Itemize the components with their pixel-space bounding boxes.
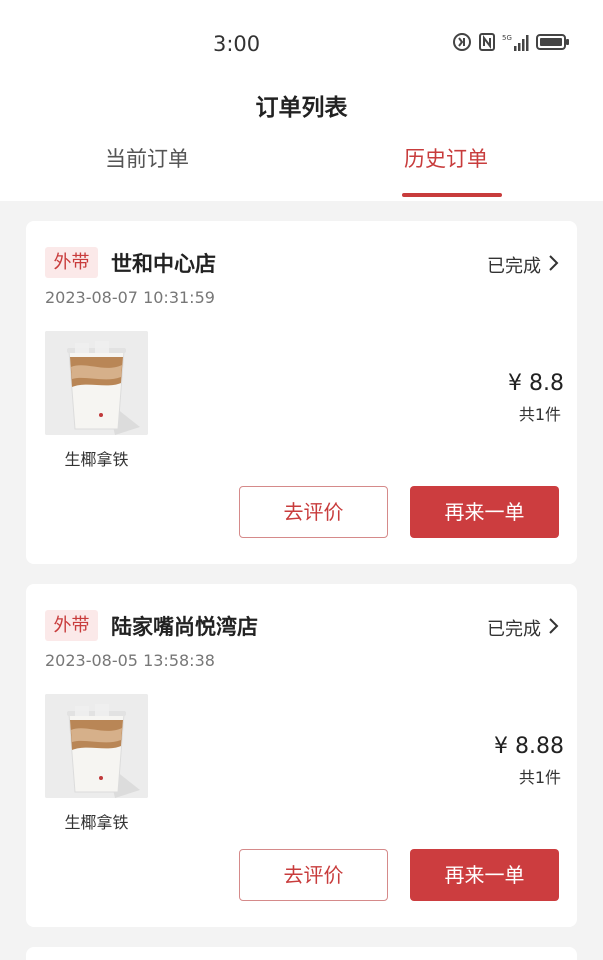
- order-status: 已完成: [487, 619, 541, 640]
- network-icon: [452, 32, 472, 56]
- battery-icon: [536, 32, 570, 56]
- top-bar: 3:00 5G 订单列表 当前订单 历史订单: [0, 0, 603, 201]
- svg-text:5G: 5G: [502, 34, 512, 42]
- store-name: 世和中心店: [111, 252, 216, 276]
- active-tab-indicator: [402, 193, 502, 197]
- order-status: 已完成: [487, 256, 541, 277]
- product-name: 生椰拿铁: [64, 450, 129, 469]
- status-icons: 5G: [452, 33, 570, 55]
- item-count: 共1件: [518, 768, 561, 787]
- reorder-button[interactable]: 再来一单: [410, 486, 559, 538]
- chevron-right-icon: [547, 617, 559, 640]
- nfc-icon: [478, 32, 496, 56]
- status-time: 3:00: [213, 32, 261, 56]
- order-type-badge: 外带: [45, 247, 98, 278]
- chevron-right-icon: [547, 254, 559, 277]
- order-datetime: 2023-08-05 13:58:38: [45, 651, 215, 670]
- order-type-badge: 外带: [45, 610, 98, 641]
- product-image: [45, 694, 148, 798]
- order-card[interactable]: 外带 陆家嘴尚悦湾店 已完成 2023-08-05 13:58:38 生椰拿铁 …: [26, 584, 577, 927]
- order-card[interactable]: 外带 世和中心店 已完成 2023-08-07 10:31:59 生椰拿铁 ¥ …: [26, 221, 577, 564]
- product-image: [45, 331, 148, 435]
- order-card[interactable]: [26, 947, 577, 960]
- order-price: ¥ 8.8: [508, 371, 564, 396]
- review-button[interactable]: 去评价: [239, 486, 388, 538]
- order-datetime: 2023-08-07 10:31:59: [45, 288, 215, 307]
- signal-icon: 5G: [502, 32, 530, 56]
- store-name: 陆家嘴尚悦湾店: [111, 615, 258, 639]
- item-count: 共1件: [518, 405, 561, 424]
- tab-history-orders[interactable]: 历史订单: [404, 143, 488, 173]
- page-title: 订单列表: [255, 95, 348, 121]
- review-button[interactable]: 去评价: [239, 849, 388, 901]
- order-price: ¥ 8.88: [494, 734, 564, 759]
- order-status-link[interactable]: 已完成: [487, 615, 559, 641]
- product-name: 生椰拿铁: [64, 813, 129, 832]
- reorder-button[interactable]: 再来一单: [410, 849, 559, 901]
- tab-current-orders[interactable]: 当前订单: [105, 143, 189, 173]
- order-status-link[interactable]: 已完成: [487, 252, 559, 278]
